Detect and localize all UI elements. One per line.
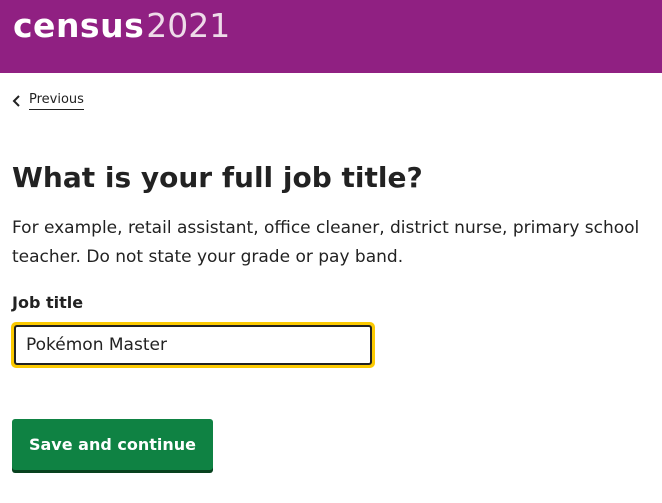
page-title: What is your full job title? xyxy=(12,161,423,194)
job-title-focus-ring xyxy=(11,322,375,368)
job-title-label: Job title xyxy=(12,293,84,312)
logo-year: 2021 xyxy=(146,6,231,45)
save-and-continue-button[interactable]: Save and continue xyxy=(12,419,213,470)
logo-word: census xyxy=(13,6,145,45)
job-title-input[interactable] xyxy=(14,325,372,365)
question-description: For example, retail assistant, office cl… xyxy=(12,218,640,267)
chevron-left-icon xyxy=(12,95,20,107)
previous-link[interactable]: Previous xyxy=(12,92,84,110)
previous-link-label: Previous xyxy=(29,92,84,110)
census-2021-logo[interactable]: census2021 xyxy=(13,6,230,46)
site-header: census2021 xyxy=(0,0,662,73)
